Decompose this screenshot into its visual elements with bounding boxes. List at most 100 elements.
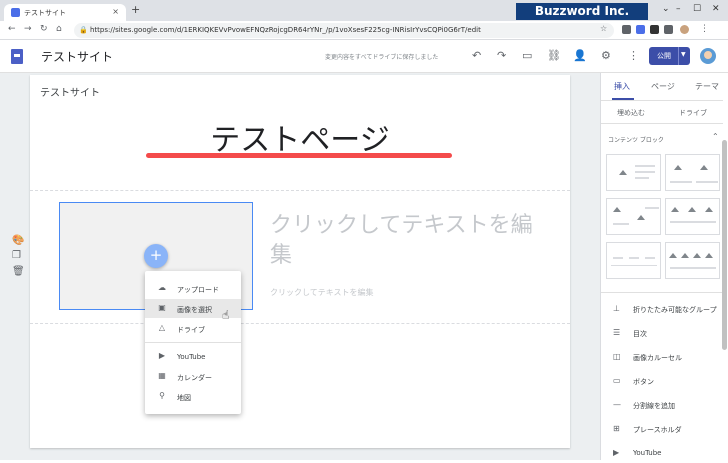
divider-icon: —: [613, 400, 621, 409]
publish-label: 公開: [657, 52, 671, 60]
duplicate-icon[interactable]: ❐: [12, 250, 24, 261]
panel-item-label: YouTube: [633, 449, 662, 457]
title-underline: [146, 153, 452, 158]
preview-icon[interactable]: ▭: [522, 49, 532, 62]
panel-item-youtube[interactable]: ▶ YouTube: [601, 443, 723, 463]
menu-item-label: YouTube: [177, 353, 206, 361]
publish-button[interactable]: 公開 ▼: [649, 47, 690, 65]
avatar[interactable]: [700, 48, 716, 64]
layout-block[interactable]: [665, 154, 720, 191]
panel-item-label: 目次: [633, 330, 647, 338]
url-text: https://sites.google.com/d/1ERKIQKEVvPvo…: [90, 26, 481, 34]
site-header-label[interactable]: テストサイト: [40, 84, 100, 99]
embed-option[interactable]: 埋め込む: [617, 108, 645, 118]
address-bar[interactable]: 🔒 https://sites.google.com/d/1ERKIQKEVvP…: [74, 23, 614, 38]
settings-icon[interactable]: ⚙: [601, 49, 611, 62]
chevron-down-icon[interactable]: ▼: [681, 51, 686, 58]
home-icon[interactable]: ⌂: [56, 24, 62, 34]
image-icon: ▣: [158, 303, 166, 312]
menu-item-youtube[interactable]: ▶ YouTube: [145, 347, 241, 366]
divider: [601, 292, 723, 293]
panel-item-placeholder[interactable]: ⊞ プレースホルダ: [601, 419, 723, 439]
layout-block[interactable]: [606, 154, 661, 191]
undo-icon[interactable]: ↶: [472, 49, 481, 62]
panel-item-divider[interactable]: — 分割線を追加: [601, 395, 723, 415]
new-tab-button[interactable]: +: [131, 3, 140, 16]
menu-item-label: アップロード: [177, 286, 219, 294]
close-tab-icon[interactable]: ×: [112, 7, 119, 16]
browser-titlebar: テストサイト × + Buzzword Inc. ⌄ – ☐ ✕: [0, 0, 728, 21]
divider: [678, 47, 679, 65]
text-placeholder-small[interactable]: クリックしてテキストを編集: [270, 287, 374, 298]
drive-icon: △: [158, 323, 166, 332]
add-image-button[interactable]: +: [144, 244, 168, 268]
browser-tab[interactable]: テストサイト ×: [4, 4, 126, 21]
share-icon[interactable]: 👤: [573, 49, 587, 62]
tab-themes[interactable]: テーマ: [695, 81, 719, 92]
panel-item-label: プレースホルダ: [633, 426, 682, 434]
menu-item-map[interactable]: ⚲ 地図: [145, 387, 241, 406]
google-sites-icon[interactable]: [11, 49, 23, 64]
more-icon[interactable]: ⋮: [700, 24, 709, 34]
browser-toolbar: ← → ↻ ⌂ 🔒 https://sites.google.com/d/1ER…: [0, 21, 728, 40]
profile-icon[interactable]: [680, 25, 689, 34]
brand-logo: Buzzword Inc.: [516, 3, 648, 20]
layout-block[interactable]: [606, 198, 661, 235]
menu-divider: [145, 342, 241, 343]
menu-item-label: 地図: [177, 394, 191, 402]
image-insert-menu: ☁ アップロード ▣ 画像を選択 △ ドライブ ▶ YouTube ▦ カレンダ…: [145, 271, 241, 414]
sites-appbar: テストサイト 変更内容をすべてドライブに保存しました ↶ ↷ ▭ ⛓ 👤 ⚙ ⋮…: [0, 40, 728, 73]
panel-item-carousel[interactable]: ◫ 画像カルーセル: [601, 347, 723, 367]
tab-title: テストサイト: [24, 9, 66, 17]
toc-icon: ☰: [613, 328, 621, 337]
menu-item-label: 画像を選択: [177, 306, 212, 314]
maximize-icon[interactable]: ☐: [693, 4, 701, 14]
sidepanel-icon[interactable]: [664, 25, 673, 34]
back-icon[interactable]: ←: [8, 24, 16, 34]
drive-option[interactable]: ドライブ: [679, 108, 707, 118]
layout-block[interactable]: [665, 198, 720, 235]
chevron-down-icon[interactable]: ⌄: [662, 4, 670, 14]
panel-item-collapsible-group[interactable]: ⊥ 折りたたみ可能なグループ: [601, 299, 723, 319]
redo-icon[interactable]: ↷: [497, 49, 506, 62]
tab-insert[interactable]: 挿入: [614, 81, 630, 92]
puzzle-icon[interactable]: [650, 25, 659, 34]
site-name[interactable]: テストサイト: [41, 48, 113, 65]
menu-item-label: ドライブ: [177, 326, 205, 334]
star-icon[interactable]: ☆: [600, 24, 607, 33]
panel-item-toc[interactable]: ☰ 目次: [601, 323, 723, 343]
insert-panel: 挿入 ページ テーマ 埋め込む ドライブ コンテンツ ブロック ⌃ ⊥ 折りたた…: [600, 73, 728, 460]
section-divider: [30, 323, 570, 324]
extension-icon[interactable]: [636, 25, 645, 34]
tab-pages[interactable]: ページ: [651, 81, 675, 92]
section-divider: [30, 190, 570, 191]
close-window-icon[interactable]: ✕: [712, 4, 720, 14]
save-status: 変更内容をすべてドライブに保存しました: [325, 54, 439, 61]
sites-favicon-icon: [11, 8, 20, 17]
palette-icon[interactable]: 🎨: [12, 235, 24, 246]
chevron-up-icon[interactable]: ⌃: [712, 132, 719, 141]
divider: [601, 100, 723, 101]
panel-scrollbar[interactable]: [722, 140, 727, 350]
more-icon[interactable]: ⋮: [628, 49, 639, 62]
panel-item-button[interactable]: ▭ ボタン: [601, 371, 723, 391]
layout-block[interactable]: [606, 242, 661, 279]
menu-item-label: カレンダー: [177, 374, 212, 382]
text-placeholder[interactable]: クリックしてテキストを編集: [270, 211, 550, 271]
reload-icon[interactable]: ↻: [40, 24, 48, 34]
lock-icon: 🔒: [79, 26, 88, 34]
hand-cursor-icon: ☝: [222, 308, 230, 322]
menu-item-calendar[interactable]: ▦ カレンダー: [145, 367, 241, 386]
panel-item-label: 折りたたみ可能なグループ: [633, 306, 717, 314]
layout-block[interactable]: [665, 242, 720, 279]
forward-icon[interactable]: →: [24, 24, 32, 34]
placeholder-icon: ⊞: [613, 424, 620, 433]
minimize-icon[interactable]: –: [676, 4, 681, 14]
menu-item-upload[interactable]: ☁ アップロード: [145, 279, 241, 298]
map-pin-icon: ⚲: [159, 391, 165, 400]
delete-icon[interactable]: 🗑: [12, 266, 25, 277]
link-icon[interactable]: ⛓: [547, 49, 561, 62]
calendar-icon: ▦: [158, 371, 166, 380]
extension-icon[interactable]: [622, 25, 631, 34]
panel-item-label: 分割線を追加: [633, 402, 675, 410]
